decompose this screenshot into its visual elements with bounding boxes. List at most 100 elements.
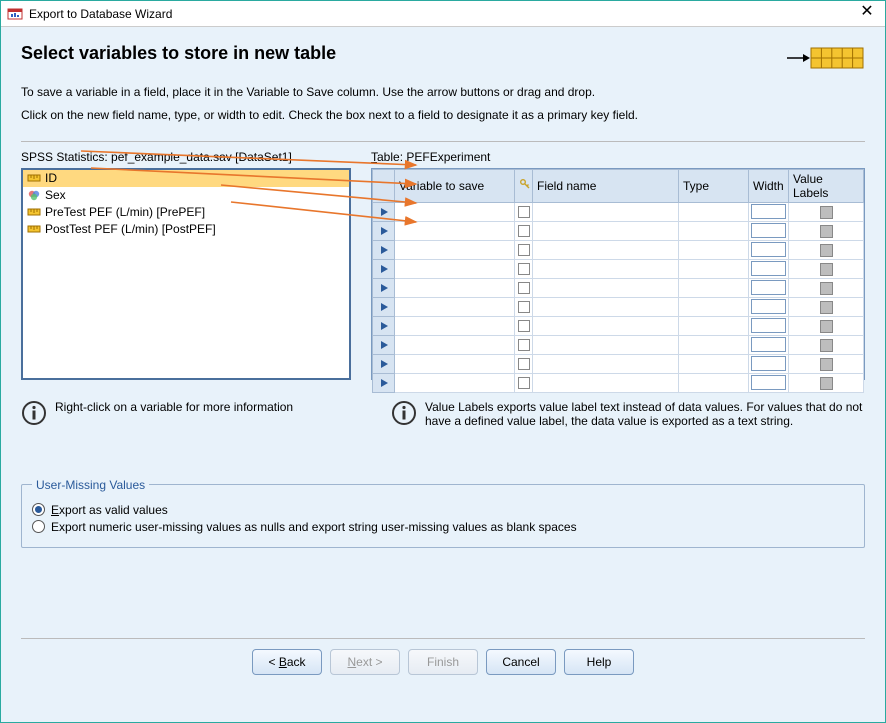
table-row[interactable] bbox=[373, 335, 864, 354]
cell-field-name[interactable] bbox=[533, 278, 679, 297]
variable-row[interactable]: PreTest PEF (L/min) [PrePEF] bbox=[23, 204, 349, 221]
table-row[interactable] bbox=[373, 240, 864, 259]
cell-value-labels[interactable] bbox=[789, 316, 864, 335]
cell-width[interactable] bbox=[749, 373, 789, 392]
help-button[interactable]: Help bbox=[564, 649, 634, 675]
radio-export-valid[interactable]: Export as valid values bbox=[32, 503, 854, 517]
width-input[interactable] bbox=[751, 375, 786, 390]
width-input[interactable] bbox=[751, 223, 786, 238]
table-row[interactable] bbox=[373, 259, 864, 278]
row-move-button[interactable] bbox=[373, 278, 395, 297]
cell-type[interactable] bbox=[679, 240, 749, 259]
row-move-button[interactable] bbox=[373, 297, 395, 316]
cell-width[interactable] bbox=[749, 278, 789, 297]
table-row[interactable] bbox=[373, 354, 864, 373]
table-row[interactable] bbox=[373, 316, 864, 335]
cell-value-labels[interactable] bbox=[789, 202, 864, 221]
cell-type[interactable] bbox=[679, 278, 749, 297]
cell-type[interactable] bbox=[679, 202, 749, 221]
variable-row[interactable]: Sex bbox=[23, 187, 349, 204]
variable-row[interactable]: PostTest PEF (L/min) [PostPEF] bbox=[23, 221, 349, 238]
width-input[interactable] bbox=[751, 318, 786, 333]
cell-type[interactable] bbox=[679, 373, 749, 392]
cell-field-name[interactable] bbox=[533, 202, 679, 221]
table-row[interactable] bbox=[373, 221, 864, 240]
cell-primary-key[interactable] bbox=[515, 202, 533, 221]
cell-variable-to-save[interactable] bbox=[395, 373, 515, 392]
row-move-button[interactable] bbox=[373, 240, 395, 259]
cell-value-labels[interactable] bbox=[789, 354, 864, 373]
col-variable-to-save[interactable]: Variable to save bbox=[395, 169, 515, 202]
cell-variable-to-save[interactable] bbox=[395, 335, 515, 354]
cell-variable-to-save[interactable] bbox=[395, 240, 515, 259]
cell-field-name[interactable] bbox=[533, 316, 679, 335]
cell-width[interactable] bbox=[749, 335, 789, 354]
table-row[interactable] bbox=[373, 297, 864, 316]
cell-width[interactable] bbox=[749, 240, 789, 259]
back-button[interactable]: < Back bbox=[252, 649, 322, 675]
cell-primary-key[interactable] bbox=[515, 278, 533, 297]
cell-primary-key[interactable] bbox=[515, 297, 533, 316]
close-button[interactable]: ✕ bbox=[855, 2, 879, 26]
cell-variable-to-save[interactable] bbox=[395, 202, 515, 221]
cell-field-name[interactable] bbox=[533, 259, 679, 278]
cell-field-name[interactable] bbox=[533, 373, 679, 392]
cell-width[interactable] bbox=[749, 297, 789, 316]
cell-primary-key[interactable] bbox=[515, 373, 533, 392]
cell-width[interactable] bbox=[749, 202, 789, 221]
col-value-labels[interactable]: Value Labels bbox=[789, 169, 864, 202]
cell-value-labels[interactable] bbox=[789, 278, 864, 297]
variable-list[interactable]: IDSexPreTest PEF (L/min) [PrePEF]PostTes… bbox=[21, 168, 351, 380]
cell-field-name[interactable] bbox=[533, 221, 679, 240]
width-input[interactable] bbox=[751, 261, 786, 276]
row-move-button[interactable] bbox=[373, 373, 395, 392]
table-row[interactable] bbox=[373, 278, 864, 297]
col-key[interactable] bbox=[515, 169, 533, 202]
width-input[interactable] bbox=[751, 280, 786, 295]
cell-variable-to-save[interactable] bbox=[395, 259, 515, 278]
row-move-button[interactable] bbox=[373, 221, 395, 240]
table-row[interactable] bbox=[373, 202, 864, 221]
row-move-button[interactable] bbox=[373, 316, 395, 335]
cell-primary-key[interactable] bbox=[515, 221, 533, 240]
cell-value-labels[interactable] bbox=[789, 259, 864, 278]
row-move-button[interactable] bbox=[373, 335, 395, 354]
cell-type[interactable] bbox=[679, 354, 749, 373]
col-field-name[interactable]: Field name bbox=[533, 169, 679, 202]
cell-value-labels[interactable] bbox=[789, 240, 864, 259]
variable-row[interactable]: ID bbox=[23, 170, 349, 187]
cell-value-labels[interactable] bbox=[789, 221, 864, 240]
width-input[interactable] bbox=[751, 204, 786, 219]
cell-type[interactable] bbox=[679, 335, 749, 354]
col-type[interactable]: Type bbox=[679, 169, 749, 202]
width-input[interactable] bbox=[751, 299, 786, 314]
cell-field-name[interactable] bbox=[533, 354, 679, 373]
cell-field-name[interactable] bbox=[533, 240, 679, 259]
cell-width[interactable] bbox=[749, 221, 789, 240]
cell-type[interactable] bbox=[679, 316, 749, 335]
cell-primary-key[interactable] bbox=[515, 354, 533, 373]
cell-variable-to-save[interactable] bbox=[395, 316, 515, 335]
cell-value-labels[interactable] bbox=[789, 373, 864, 392]
cell-variable-to-save[interactable] bbox=[395, 278, 515, 297]
cell-value-labels[interactable] bbox=[789, 335, 864, 354]
cell-primary-key[interactable] bbox=[515, 240, 533, 259]
cell-type[interactable] bbox=[679, 221, 749, 240]
width-input[interactable] bbox=[751, 356, 786, 371]
col-width[interactable]: Width bbox=[749, 169, 789, 202]
row-move-button[interactable] bbox=[373, 259, 395, 278]
row-move-button[interactable] bbox=[373, 202, 395, 221]
cell-variable-to-save[interactable] bbox=[395, 297, 515, 316]
cell-type[interactable] bbox=[679, 259, 749, 278]
table-row[interactable] bbox=[373, 373, 864, 392]
cell-field-name[interactable] bbox=[533, 335, 679, 354]
cell-type[interactable] bbox=[679, 297, 749, 316]
cell-width[interactable] bbox=[749, 259, 789, 278]
cell-variable-to-save[interactable] bbox=[395, 221, 515, 240]
cell-width[interactable] bbox=[749, 316, 789, 335]
cell-width[interactable] bbox=[749, 354, 789, 373]
cancel-button[interactable]: Cancel bbox=[486, 649, 556, 675]
cell-field-name[interactable] bbox=[533, 297, 679, 316]
radio-export-nulls[interactable]: Export numeric user-missing values as nu… bbox=[32, 520, 854, 534]
fields-table[interactable]: Variable to save Field name Type bbox=[371, 168, 865, 380]
